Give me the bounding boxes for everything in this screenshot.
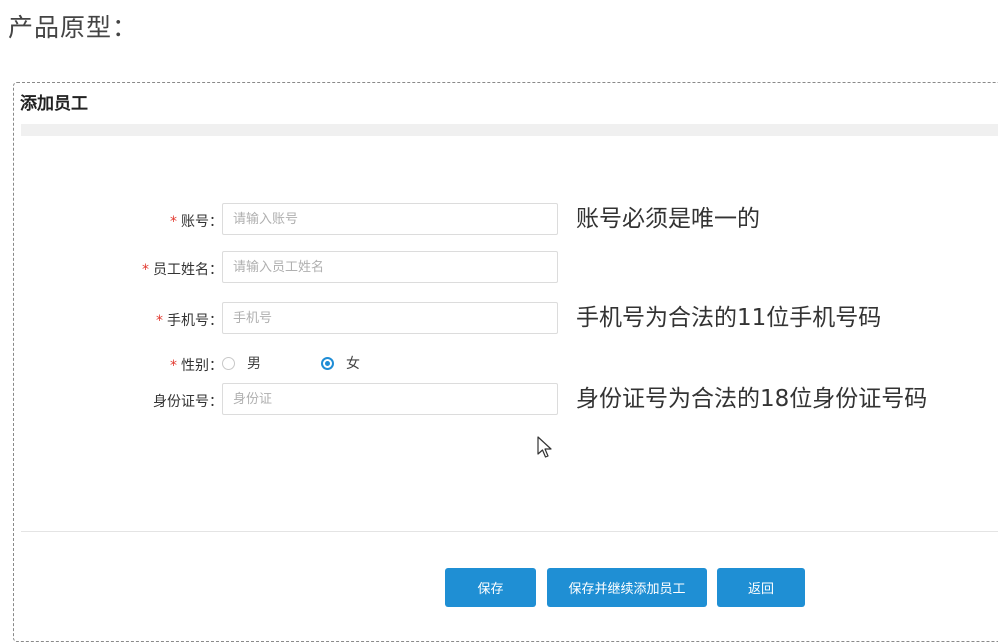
phone-input[interactable] (222, 302, 558, 334)
id-card-input[interactable] (222, 383, 558, 415)
page-heading: 产品原型： (8, 13, 139, 42)
account-input[interactable] (222, 203, 558, 235)
employee-name-input[interactable] (222, 251, 558, 283)
gender-label-text: 性别： (181, 358, 223, 374)
account-label: * 账号： (170, 211, 223, 231)
gender-option-female-label: 女 (346, 356, 360, 372)
form-row-id-card: 身份证号： 身份证号为合法的18位身份证号码 (14, 383, 998, 417)
save-button[interactable]: 保存 (445, 568, 536, 607)
form-row-account: *账号： 账号必须是唯一的 (14, 203, 998, 237)
required-mark: * (170, 214, 177, 230)
required-mark: * (142, 262, 149, 278)
account-note: 账号必须是唯一的 (576, 206, 760, 232)
gender-option-male[interactable]: 男 (222, 353, 261, 373)
gender-option-male-label: 男 (247, 356, 261, 372)
form-row-name: * 员工姓名： (14, 251, 998, 285)
panel-header-band (21, 124, 998, 136)
form-divider (21, 531, 998, 532)
gender-option-female[interactable]: 女 (321, 353, 360, 373)
name-label: * 员工姓名： (142, 259, 223, 279)
phone-label: * 手机号： (156, 310, 223, 330)
phone-note: 手机号为合法的11位手机号码 (576, 305, 882, 331)
account-label-text: 账号： (181, 214, 223, 230)
radio-checked-icon[interactable] (321, 356, 334, 370)
required-mark: * (156, 313, 163, 329)
form-row-gender: * 性别： 男 女 (14, 347, 998, 381)
form-row-phone: *手机号： 手机号为合法的11位手机号码 (14, 302, 998, 336)
add-employee-panel: 添加员工 *账号： 账号必须是唯一的 *员工姓名： *手机号： 手机号为合法的1… (13, 82, 998, 642)
save-and-continue-button[interactable]: 保存并继续添加员工 (547, 568, 707, 607)
mouse-pointer-icon (537, 436, 552, 458)
id-card-label: 身份证号： (153, 394, 223, 410)
back-button[interactable]: 返回 (717, 568, 805, 607)
id-card-note: 身份证号为合法的18位身份证号码 (576, 386, 928, 412)
panel-title: 添加员工 (20, 94, 88, 114)
required-mark: * (170, 358, 177, 374)
name-label-text: 员工姓名： (153, 262, 223, 278)
phone-label-text: 手机号： (167, 313, 223, 329)
radio-unchecked-icon[interactable] (222, 356, 235, 370)
gender-label: * 性别： (170, 355, 223, 375)
